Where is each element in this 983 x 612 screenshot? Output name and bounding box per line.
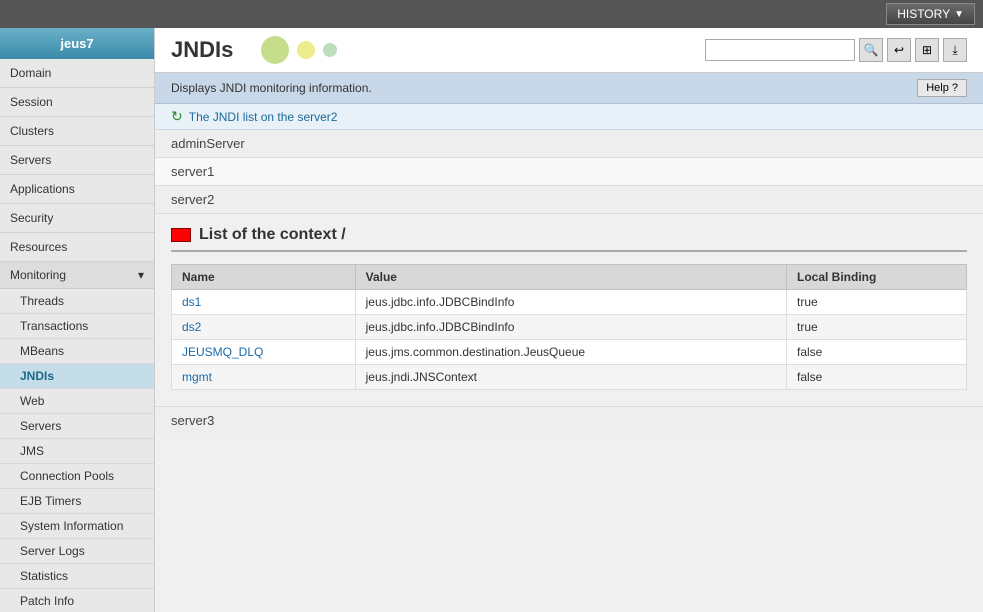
- cell-name: ds2: [172, 315, 356, 340]
- server-row-server1[interactable]: server1: [155, 158, 983, 186]
- circle-green: [261, 36, 289, 64]
- sidebar-item-threads[interactable]: Threads: [0, 289, 154, 314]
- help-button[interactable]: Help ?: [917, 79, 967, 97]
- cell-local-binding: false: [786, 365, 966, 390]
- name-link[interactable]: JEUSMQ_DLQ: [182, 345, 263, 359]
- sidebar-item-web[interactable]: Web: [0, 389, 154, 414]
- flag-icon: [171, 228, 191, 242]
- sidebar-item-transactions[interactable]: Transactions: [0, 314, 154, 339]
- cell-name: JEUSMQ_DLQ: [172, 340, 356, 365]
- grid-icon-btn[interactable]: ⊞: [915, 38, 939, 62]
- sidebar: jeus7 Domain Session Clusters Servers Ap…: [0, 28, 155, 612]
- main-content: JNDIs 🔍 ↩ ⊞ ⤓ Displays JNDI monitoring i…: [155, 28, 983, 612]
- cell-local-binding: false: [786, 340, 966, 365]
- export-icon-btn[interactable]: ⤓: [943, 38, 967, 62]
- sidebar-item-system-information[interactable]: System Information: [0, 514, 154, 539]
- history-button[interactable]: HISTORY: [886, 3, 975, 25]
- sidebar-item-connection-pools[interactable]: Connection Pools: [0, 464, 154, 489]
- monitoring-header[interactable]: Monitoring ▾: [0, 262, 154, 289]
- sidebar-item-security[interactable]: Security: [0, 204, 154, 233]
- monitoring-label: Monitoring: [10, 268, 66, 282]
- content-header: JNDIs 🔍 ↩ ⊞ ⤓: [155, 28, 983, 73]
- table-row[interactable]: ds2 jeus.jdbc.info.JDBCBindInfo true: [172, 315, 967, 340]
- cell-name: mgmt: [172, 365, 356, 390]
- sidebar-item-clusters[interactable]: Clusters: [0, 117, 154, 146]
- main-layout: jeus7 Domain Session Clusters Servers Ap…: [0, 28, 983, 612]
- refresh-text: The JNDI list on the server2: [189, 110, 338, 124]
- server-row-server2[interactable]: server2: [155, 186, 983, 214]
- cell-local-binding: true: [786, 315, 966, 340]
- sidebar-item-servers-mon[interactable]: Servers: [0, 414, 154, 439]
- sidebar-item-ejb-timers[interactable]: EJB Timers: [0, 489, 154, 514]
- name-link[interactable]: ds1: [182, 295, 201, 309]
- context-section: List of the context /: [155, 214, 983, 256]
- context-title: List of the context /: [171, 226, 967, 252]
- cell-local-binding: true: [786, 290, 966, 315]
- table-row[interactable]: JEUSMQ_DLQ jeus.jms.common.destination.J…: [172, 340, 967, 365]
- sidebar-item-jms[interactable]: JMS: [0, 439, 154, 464]
- search-input[interactable]: [705, 39, 855, 61]
- sidebar-item-mbeans[interactable]: MBeans: [0, 339, 154, 364]
- server-row-server3[interactable]: server3: [155, 406, 983, 434]
- sidebar-item-session[interactable]: Session: [0, 88, 154, 117]
- header-circles: [261, 36, 337, 64]
- jndi-table: Name Value Local Binding ds1 jeus.jdbc.i…: [171, 264, 967, 390]
- refresh-bar: ↻ The JNDI list on the server2: [155, 104, 983, 130]
- sidebar-item-patch-info[interactable]: Patch Info: [0, 589, 154, 612]
- header-icons: 🔍 ↩ ⊞ ⤓: [705, 38, 967, 62]
- circle-light-green: [323, 43, 337, 57]
- server-row-admin[interactable]: adminServer: [155, 130, 983, 158]
- col-value: Value: [355, 265, 786, 290]
- col-local-binding: Local Binding: [786, 265, 966, 290]
- sidebar-item-statistics[interactable]: Statistics: [0, 564, 154, 589]
- col-name: Name: [172, 265, 356, 290]
- name-link[interactable]: mgmt: [182, 370, 212, 384]
- sidebar-title: jeus7: [0, 28, 154, 59]
- top-bar: HISTORY: [0, 0, 983, 28]
- info-bar: Displays JNDI monitoring information. He…: [155, 73, 983, 104]
- cell-value: jeus.jdbc.info.JDBCBindInfo: [355, 315, 786, 340]
- sidebar-item-resources[interactable]: Resources: [0, 233, 154, 262]
- search-icon-btn[interactable]: 🔍: [859, 38, 883, 62]
- sidebar-item-server-logs[interactable]: Server Logs: [0, 539, 154, 564]
- sidebar-item-domain[interactable]: Domain: [0, 59, 154, 88]
- refresh-icon: ↻: [171, 108, 183, 125]
- info-text: Displays JNDI monitoring information.: [171, 81, 372, 95]
- table-row[interactable]: mgmt jeus.jndi.JNSContext false: [172, 365, 967, 390]
- table-row[interactable]: ds1 jeus.jdbc.info.JDBCBindInfo true: [172, 290, 967, 315]
- page-title: JNDIs: [171, 37, 233, 63]
- cell-value: jeus.jdbc.info.JDBCBindInfo: [355, 290, 786, 315]
- sidebar-item-jndis[interactable]: JNDIs: [0, 364, 154, 389]
- sidebar-item-applications[interactable]: Applications: [0, 175, 154, 204]
- sidebar-item-servers[interactable]: Servers: [0, 146, 154, 175]
- cell-value: jeus.jms.common.destination.JeusQueue: [355, 340, 786, 365]
- name-link[interactable]: ds2: [182, 320, 201, 334]
- circle-yellow: [297, 41, 315, 59]
- cell-value: jeus.jndi.JNSContext: [355, 365, 786, 390]
- refresh-icon-btn[interactable]: ↩: [887, 38, 911, 62]
- cell-name: ds1: [172, 290, 356, 315]
- monitoring-toggle-icon: ▾: [138, 268, 144, 282]
